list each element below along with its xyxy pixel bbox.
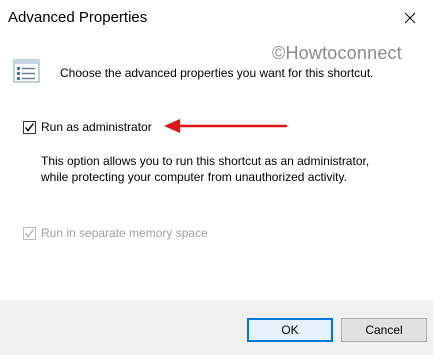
intro-text: Choose the advanced properties you want …	[60, 66, 374, 80]
run-as-admin-description: This option allows you to run this short…	[41, 154, 370, 184]
red-arrow-annotation	[164, 119, 288, 133]
title-bar: Advanced Properties	[0, 0, 433, 36]
properties-list-icon	[13, 59, 40, 83]
separate-memory-label[interactable]: Run in separate memory space	[41, 226, 208, 240]
watermark: ©Howtoconnect	[272, 43, 402, 63]
advanced-properties-dialog: Advanced Properties ©Howtoconnect Choose…	[0, 0, 433, 355]
run-as-admin-checkbox[interactable]	[23, 121, 36, 134]
window-title: Advanced Properties	[8, 9, 148, 26]
close-button[interactable]	[387, 0, 433, 36]
ok-button[interactable]: OK	[247, 318, 333, 342]
close-icon	[404, 12, 416, 24]
checkmark-icon	[24, 123, 35, 132]
separate-memory-checkbox[interactable]	[23, 227, 36, 240]
checkmark-icon	[24, 229, 35, 238]
cancel-button[interactable]: Cancel	[341, 318, 427, 342]
run-as-admin-label[interactable]: Run as administrator	[41, 120, 152, 134]
